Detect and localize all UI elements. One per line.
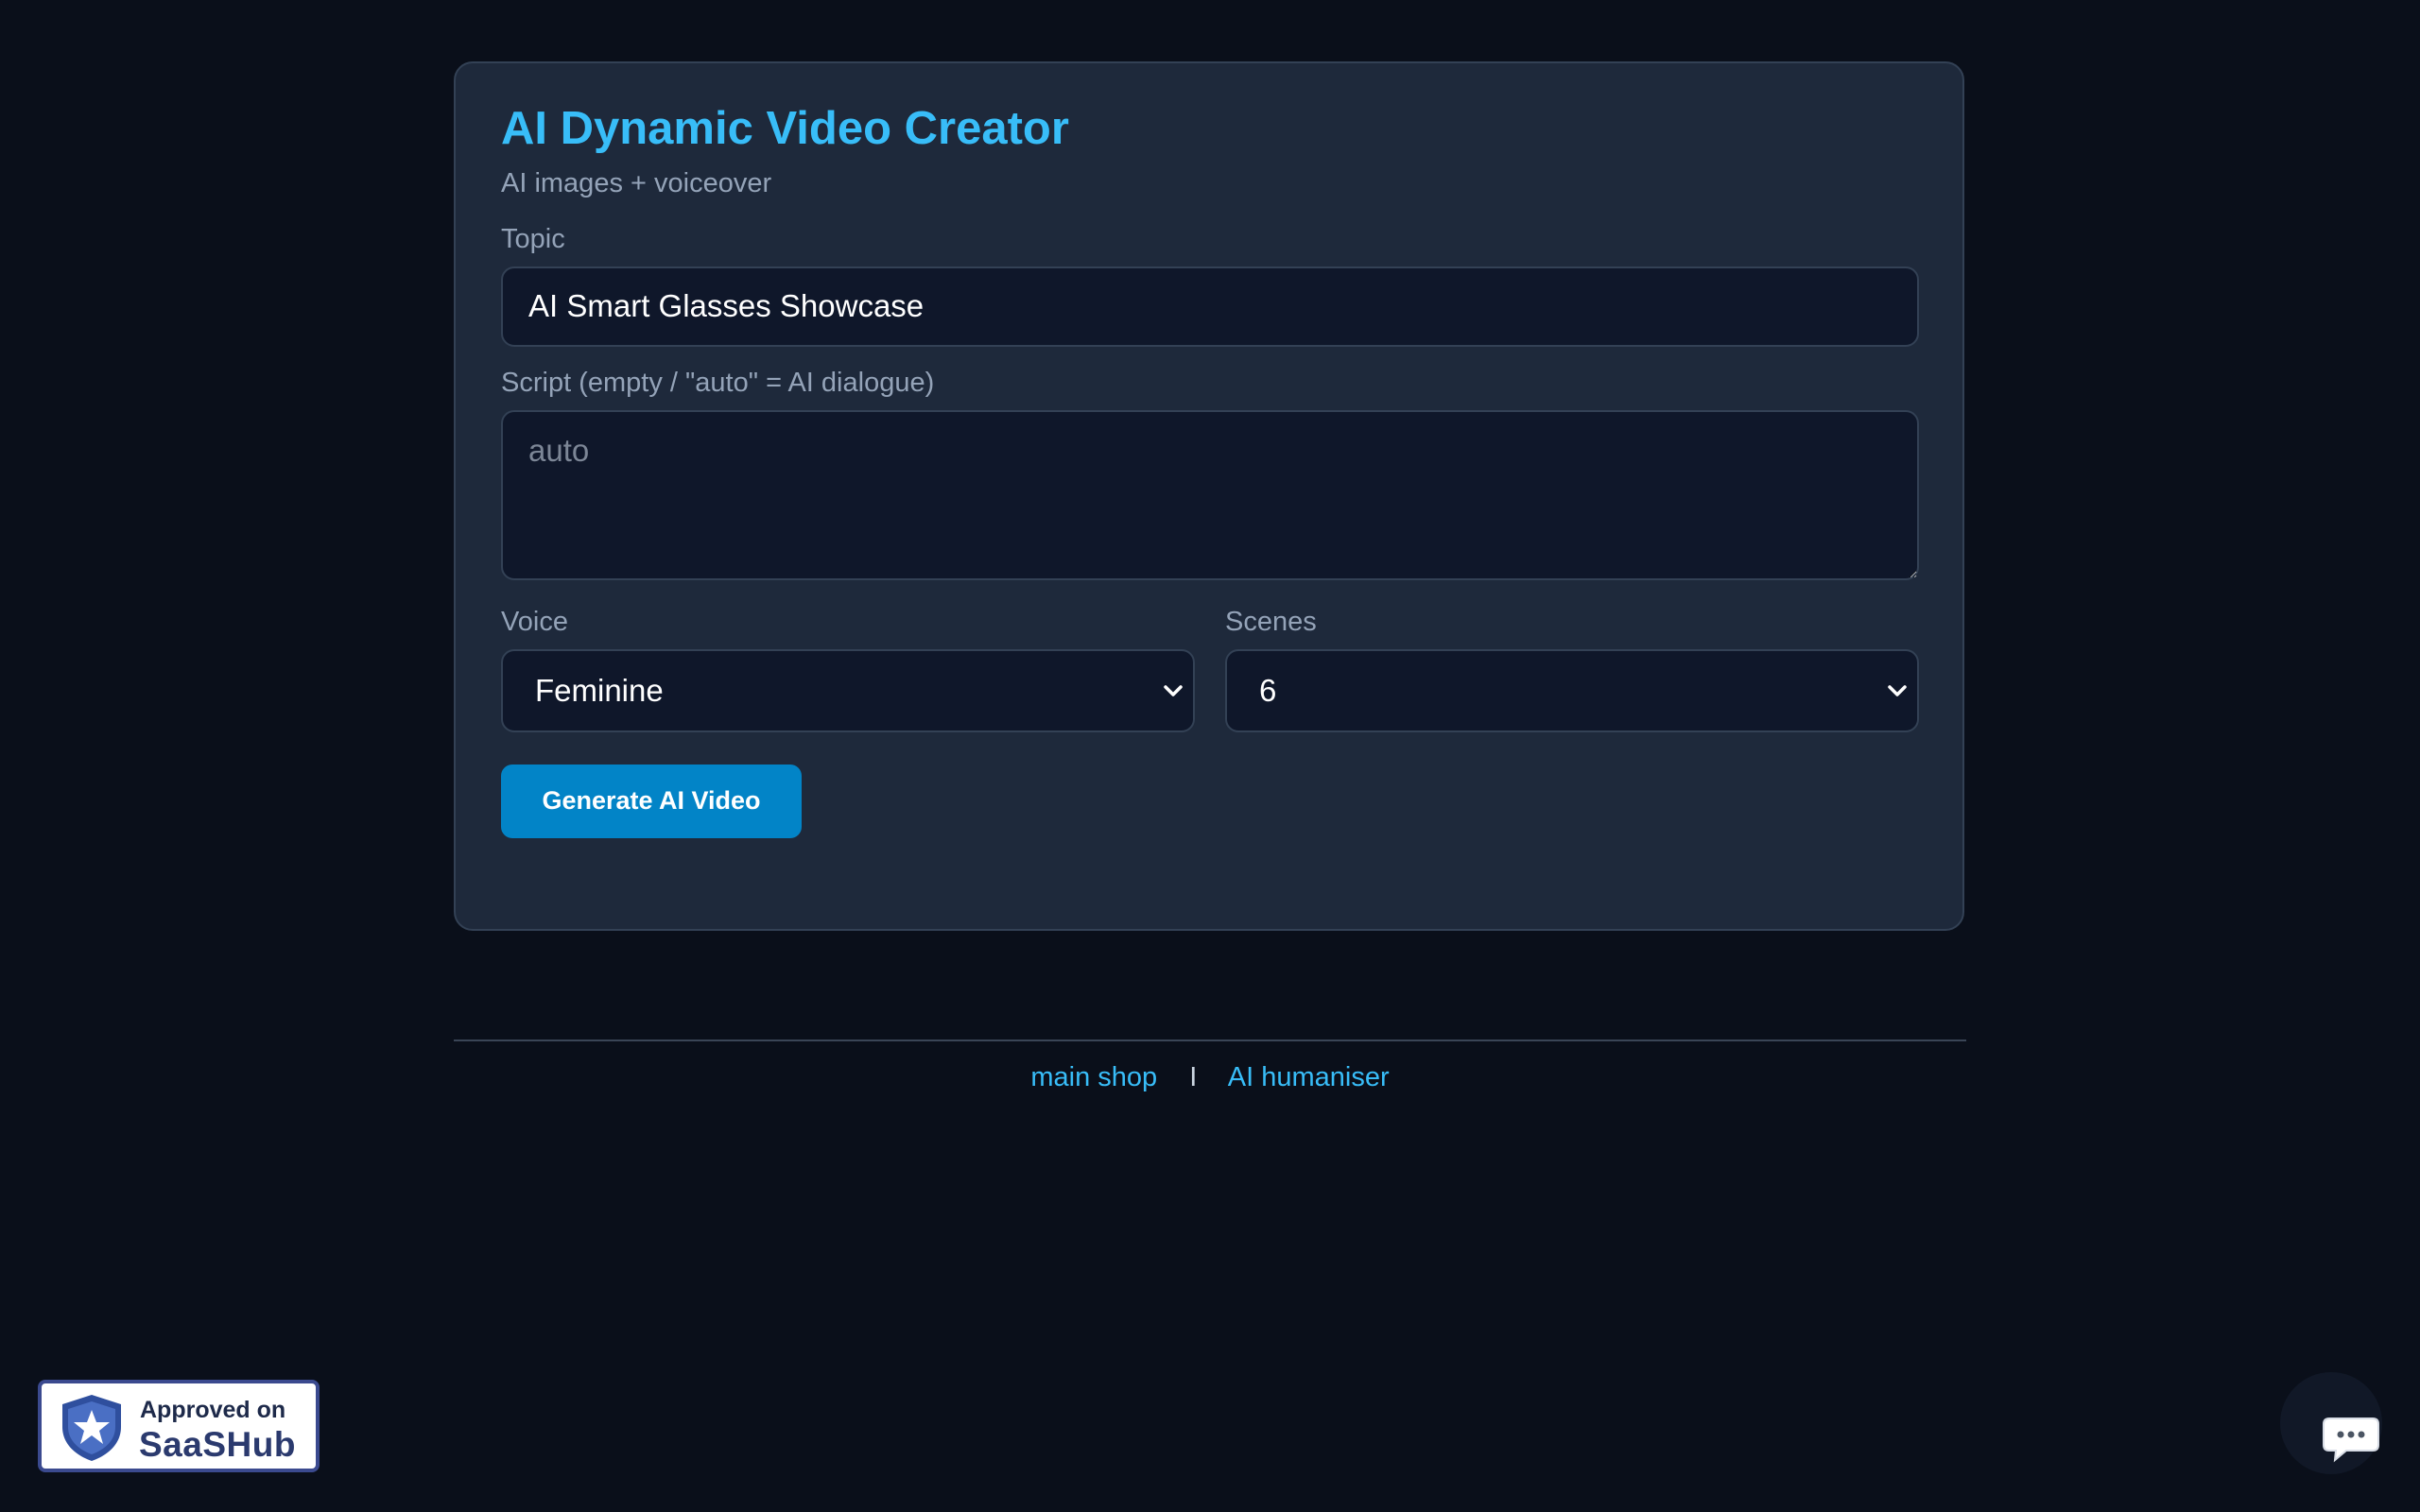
chat-bubble-icon (2323, 1418, 2379, 1463)
footer-divider (454, 1040, 1966, 1041)
scenes-select[interactable]: 6 (1225, 648, 1919, 732)
chevron-down-icon (1888, 685, 1907, 696)
topic-input[interactable] (501, 266, 1919, 347)
script-textarea[interactable] (501, 409, 1919, 580)
generate-video-button[interactable]: Generate AI Video (501, 764, 802, 838)
footer-links: main shop I AI humaniser (454, 1062, 1966, 1093)
topic-label: Topic (501, 223, 565, 254)
options-row: Voice Feminine Scenes 6 (501, 607, 1919, 732)
page-title: AI Dynamic Video Creator (501, 103, 1069, 154)
script-label: Script (empty / "auto" = AI dialogue) (501, 367, 935, 398)
voice-select-value: Feminine (535, 672, 664, 708)
page-subtitle: AI images + voiceover (501, 167, 772, 198)
scenes-label: Scenes (1225, 606, 1317, 637)
voice-label: Voice (501, 606, 568, 637)
scenes-select-value: 6 (1259, 672, 1277, 708)
badge-saashub-text: SaaSHub (139, 1425, 296, 1464)
shield-star-icon (62, 1395, 121, 1461)
footer-separator: I (1189, 1062, 1198, 1092)
main-shop-link[interactable]: main shop (1030, 1062, 1157, 1092)
badge-approved-text: Approved on (140, 1397, 286, 1423)
page: AI Dynamic Video Creator AI images + voi… (0, 0, 2420, 1512)
video-creator-card: AI Dynamic Video Creator AI images + voi… (454, 61, 1964, 931)
saashub-badge[interactable]: Approved on SaaSHub (38, 1380, 320, 1472)
ai-humaniser-link[interactable]: AI humaniser (1228, 1062, 1390, 1092)
voice-select[interactable]: Feminine (501, 648, 1195, 732)
scenes-column: Scenes 6 (1225, 607, 1919, 732)
chevron-down-icon (1164, 685, 1183, 696)
voice-column: Voice Feminine (501, 607, 1195, 732)
chat-widget-button[interactable] (2280, 1372, 2382, 1474)
